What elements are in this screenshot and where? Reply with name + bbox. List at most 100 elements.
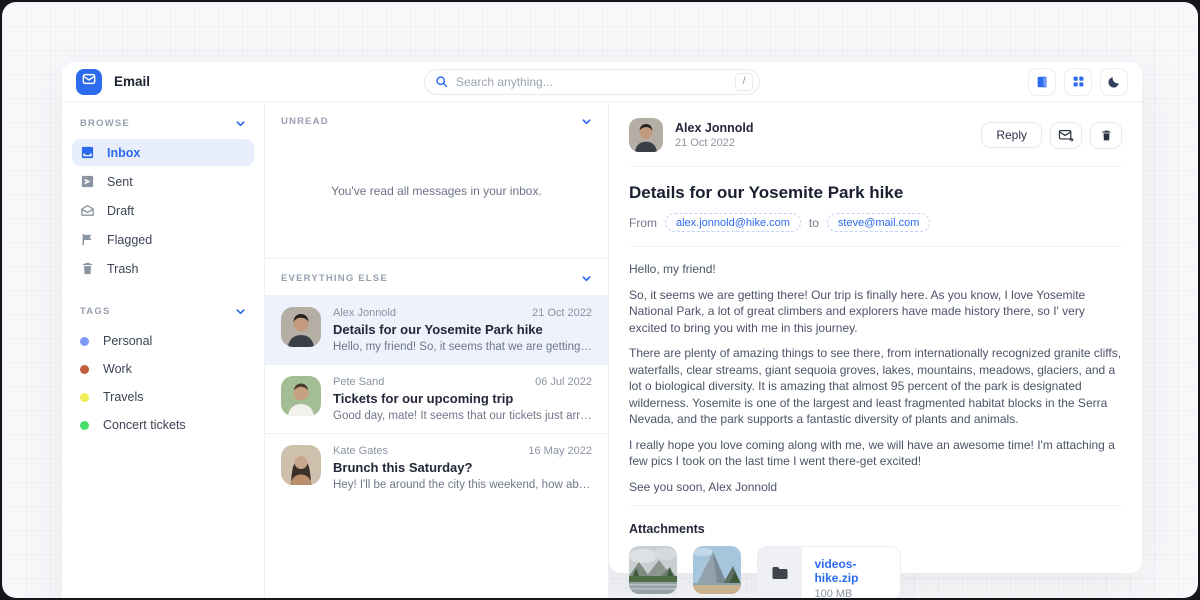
- sidebar-item-trash[interactable]: Trash: [72, 255, 254, 282]
- search-input[interactable]: Search anything... /: [424, 69, 760, 95]
- mail-paragraph: I really hope you love coming along with…: [629, 437, 1122, 470]
- unread-label: UNREAD: [281, 116, 329, 127]
- detail-sender-block: Alex Jonnold 21 Oct 2022: [675, 121, 753, 149]
- mail-preview: Hello, my friend! So, it seems that we a…: [333, 341, 592, 353]
- envelope-logo-icon: [82, 72, 96, 91]
- delete-mail-button[interactable]: [1090, 122, 1122, 149]
- contacts-button[interactable]: [1028, 68, 1056, 96]
- sidebar-item-draft[interactable]: Draft: [72, 197, 254, 224]
- mail-sender: Kate Gates: [333, 445, 388, 457]
- sidebar-item-label: Sent: [107, 175, 133, 189]
- mail-paragraph: Hello, my friend!: [629, 261, 1122, 278]
- avatar: [281, 307, 321, 347]
- detail-actions: Reply: [981, 122, 1122, 149]
- to-email-chip[interactable]: steve@mail.com: [827, 213, 930, 232]
- tags-section-header: TAGS: [72, 304, 254, 327]
- file-meta: videos-hike.zip 100 MB: [802, 547, 900, 598]
- tag-item-concert-tickets[interactable]: Concert tickets: [72, 411, 254, 439]
- apps-grid-button[interactable]: [1064, 68, 1092, 96]
- moon-icon: [1107, 75, 1121, 89]
- mail-subject: Tickets for our upcoming trip: [333, 391, 592, 406]
- unread-section: UNREAD You've read all messages in your …: [265, 102, 608, 258]
- everything-else-label: EVERYTHING ELSE: [281, 273, 388, 284]
- trash-icon: [1100, 129, 1113, 142]
- detail-header: Alex Jonnold 21 Oct 2022 Reply: [629, 118, 1122, 152]
- search-placeholder: Search anything...: [456, 75, 727, 89]
- mail-list-item[interactable]: Alex Jonnold 21 Oct 2022 Details for our…: [265, 295, 608, 364]
- file-attachment-card[interactable]: videos-hike.zip 100 MB: [757, 546, 901, 598]
- tag-label: Travels: [103, 390, 144, 404]
- tag-item-travels[interactable]: Travels: [72, 383, 254, 411]
- browse-section-header: BROWSE: [72, 116, 254, 139]
- brand: Email: [76, 69, 150, 95]
- sidebar: BROWSE Inbox: [62, 102, 264, 598]
- reply-button[interactable]: Reply: [981, 122, 1042, 148]
- chevron-down-icon[interactable]: [235, 306, 246, 317]
- from-email-chip[interactable]: alex.jonnold@hike.com: [665, 213, 801, 232]
- mail-preview: Hey! I'll be around the city this weeken…: [333, 479, 592, 491]
- sidebar-item-sent[interactable]: Sent: [72, 168, 254, 195]
- from-label: From: [629, 216, 657, 230]
- chevron-down-icon[interactable]: [235, 118, 246, 129]
- tag-color-dot: [80, 393, 89, 402]
- detail-sender-name: Alex Jonnold: [675, 121, 753, 135]
- mail-list-item[interactable]: Pete Sand 06 Jul 2022 Tickets for our up…: [265, 364, 608, 433]
- trash-icon: [80, 261, 95, 276]
- email-app-window: Email Search anything... /: [62, 62, 1142, 598]
- grid-icon: [1072, 75, 1085, 88]
- avatar: [281, 445, 321, 485]
- tag-label: Work: [103, 362, 132, 376]
- sidebar-item-inbox[interactable]: Inbox: [72, 139, 254, 166]
- unread-section-header: UNREAD: [265, 102, 608, 138]
- chevron-down-icon[interactable]: [581, 273, 592, 284]
- address-row: From alex.jonnold@hike.com to steve@mail…: [629, 213, 1122, 232]
- mail-paragraph: There are plenty of amazing things to se…: [629, 345, 1122, 428]
- inbox-icon: [80, 145, 95, 160]
- mail-preview: Good day, mate! It seems that our ticket…: [333, 410, 592, 422]
- sidebar-item-label: Trash: [107, 262, 139, 276]
- tag-item-personal[interactable]: Personal: [72, 327, 254, 355]
- mail-paragraph: So, it seems we are getting there! Our t…: [629, 287, 1122, 337]
- app-header: Email Search anything... /: [62, 62, 1142, 102]
- mail-list-item[interactable]: Kate Gates 16 May 2022 Brunch this Satur…: [265, 433, 608, 502]
- detail-date: 21 Oct 2022: [675, 137, 753, 149]
- everything-else-header: EVERYTHING ELSE: [265, 259, 608, 295]
- unread-empty-message: You've read all messages in your inbox.: [265, 138, 608, 258]
- app-logo: [76, 69, 102, 95]
- mail-paragraph: See you soon, Alex Jonnold: [629, 479, 1122, 496]
- chevron-down-icon[interactable]: [581, 116, 592, 127]
- mail-item-content: Kate Gates 16 May 2022 Brunch this Satur…: [333, 445, 592, 491]
- mail-subject: Details for our Yosemite Park hike: [333, 322, 592, 337]
- forward-mail-button[interactable]: [1050, 122, 1082, 149]
- mail-sender: Pete Sand: [333, 376, 384, 388]
- sent-icon: [80, 174, 95, 189]
- desktop-background: Email Search anything... /: [2, 2, 1198, 598]
- tag-color-dot: [80, 421, 89, 430]
- photo-attachment-thumbnail[interactable]: [693, 546, 741, 594]
- divider: [629, 505, 1122, 506]
- browse-label: BROWSE: [80, 118, 130, 129]
- divider: [629, 166, 1122, 167]
- mail-sender: Alex Jonnold: [333, 307, 396, 319]
- sidebar-item-flagged[interactable]: Flagged: [72, 226, 254, 253]
- address-book-icon: [1035, 75, 1049, 89]
- tag-label: Concert tickets: [103, 418, 186, 432]
- attachments-label: Attachments: [629, 522, 1122, 536]
- mail-date: 06 Jul 2022: [535, 376, 592, 388]
- mail-item-content: Alex Jonnold 21 Oct 2022 Details for our…: [333, 307, 592, 353]
- sidebar-item-label: Inbox: [107, 146, 140, 160]
- tags-label: TAGS: [80, 306, 110, 317]
- search-icon: [435, 75, 448, 88]
- avatar: [281, 376, 321, 416]
- detail-subject: Details for our Yosemite Park hike: [629, 183, 1122, 203]
- folder-icon: [771, 565, 789, 581]
- tag-color-dot: [80, 365, 89, 374]
- file-name-link[interactable]: videos-hike.zip: [814, 557, 888, 585]
- tag-item-work[interactable]: Work: [72, 355, 254, 383]
- mail-item-content: Pete Sand 06 Jul 2022 Tickets for our up…: [333, 376, 592, 422]
- file-icon-pane: [758, 547, 802, 598]
- everything-else-section: EVERYTHING ELSE: [265, 258, 608, 502]
- dark-mode-toggle[interactable]: [1100, 68, 1128, 96]
- mail-date: 21 Oct 2022: [532, 307, 592, 319]
- photo-attachment-thumbnail[interactable]: [629, 546, 677, 594]
